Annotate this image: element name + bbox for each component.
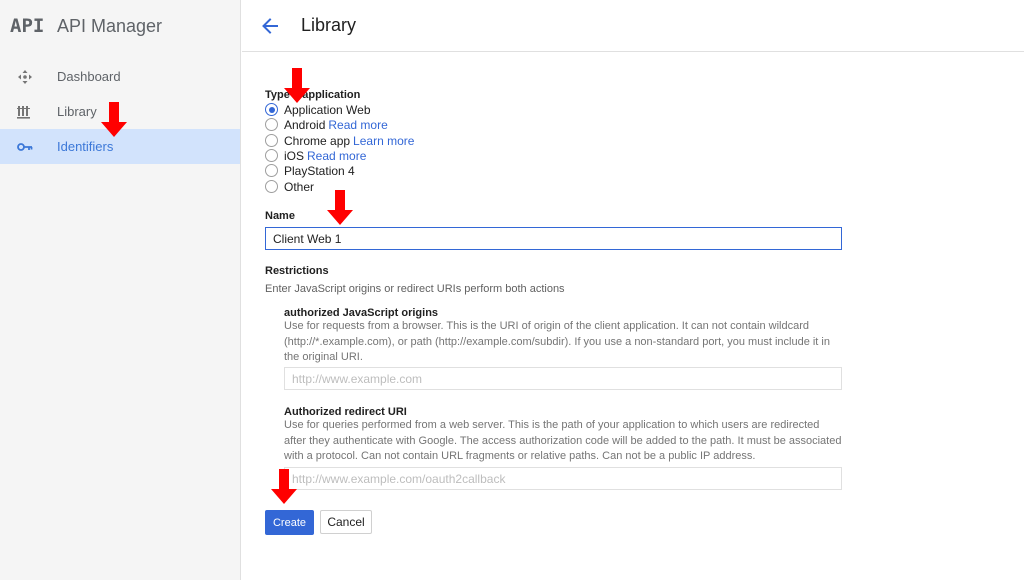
- radio-label: Android: [284, 117, 326, 132]
- radio-button[interactable]: [265, 134, 278, 147]
- origins-label: authorized JavaScript origins: [284, 307, 439, 319]
- create-button[interactable]: Create: [265, 510, 314, 535]
- type-label: Type d'application: [265, 89, 361, 101]
- brand: API API Manager: [0, 0, 240, 52]
- annotation-arrow-icon: [327, 190, 353, 225]
- radio-chrome-app[interactable]: Chrome app Learn more: [265, 133, 414, 148]
- radio-button[interactable]: [265, 103, 278, 116]
- radio-label: Other: [284, 179, 315, 194]
- radio-button[interactable]: [265, 118, 278, 131]
- cancel-button[interactable]: Cancel: [320, 510, 372, 534]
- annotation-arrow-icon: [101, 102, 127, 137]
- sidebar: API API Manager Dashboard Library Identi…: [0, 0, 241, 580]
- read-more-link[interactable]: Read more: [307, 149, 366, 163]
- radio-button[interactable]: [265, 180, 278, 193]
- api-logo: API: [10, 15, 45, 37]
- radio-button[interactable]: [265, 149, 278, 162]
- origins-description: Use for requests from a browser. This is…: [284, 320, 830, 363]
- key-icon: [17, 137, 57, 157]
- origins-input[interactable]: [284, 367, 842, 390]
- restrictions-label: Restrictions: [265, 265, 329, 277]
- learn-more-link[interactable]: Learn more: [353, 134, 414, 148]
- dashboard-icon: [17, 67, 57, 87]
- annotation-arrow-icon: [284, 68, 310, 103]
- back-arrow-icon[interactable]: [257, 13, 283, 39]
- radio-button[interactable]: [265, 164, 278, 177]
- radio-other[interactable]: Other: [265, 179, 314, 194]
- library-icon: [17, 102, 57, 122]
- sidebar-item-dashboard[interactable]: Dashboard: [0, 59, 240, 94]
- annotation-arrow-icon: [271, 469, 297, 504]
- radio-web[interactable]: Application Web: [265, 102, 371, 117]
- app-title: API Manager: [57, 15, 163, 36]
- radio-label: Application Web: [284, 102, 371, 117]
- redirect-label: Authorized redirect URI: [284, 406, 407, 418]
- restrictions-description: Enter JavaScript origins or redirect URI…: [265, 283, 565, 295]
- name-label: Name: [265, 210, 295, 222]
- radio-playstation[interactable]: PlayStation 4: [265, 163, 355, 178]
- name-input[interactable]: [265, 227, 842, 250]
- radio-ios[interactable]: iOS Read more: [265, 148, 366, 163]
- header: Library: [242, 0, 1024, 52]
- redirect-input[interactable]: [284, 467, 842, 490]
- redirect-description: Use for queries performed from a web ser…: [284, 419, 842, 462]
- sidebar-item-label: Library: [57, 104, 97, 119]
- radio-label: iOS: [284, 148, 305, 163]
- sidebar-item-label: Identifiers: [57, 139, 114, 154]
- radio-android[interactable]: Android Read more: [265, 117, 388, 132]
- sidebar-item-label: Dashboard: [57, 69, 121, 84]
- read-more-link[interactable]: Read more: [328, 118, 387, 132]
- radio-label: PlayStation 4: [284, 163, 355, 178]
- page-title: Library: [301, 15, 357, 35]
- radio-label: Chrome app: [284, 133, 351, 148]
